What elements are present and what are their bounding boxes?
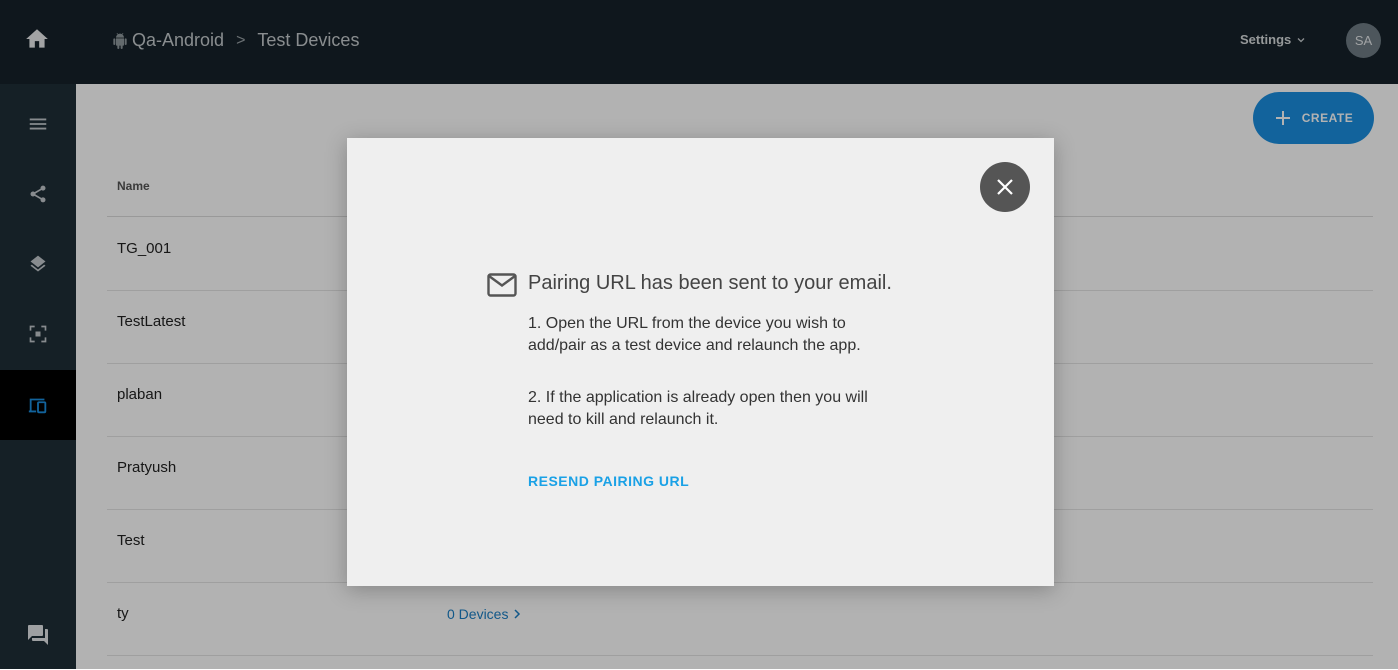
close-button[interactable]	[980, 162, 1030, 212]
mail-icon	[487, 273, 517, 297]
pairing-url-dialog: Pairing URL has been sent to your email.…	[347, 138, 1054, 586]
dialog-step-2: 2. If the application is already open th…	[528, 389, 868, 428]
dialog-title: Pairing URL has been sent to your email.	[528, 272, 892, 294]
resend-pairing-url-button[interactable]: RESEND PAIRING URL	[528, 473, 689, 489]
close-icon	[997, 179, 1013, 195]
dialog-step-1: 1. Open the URL from the device you wish…	[528, 315, 861, 354]
